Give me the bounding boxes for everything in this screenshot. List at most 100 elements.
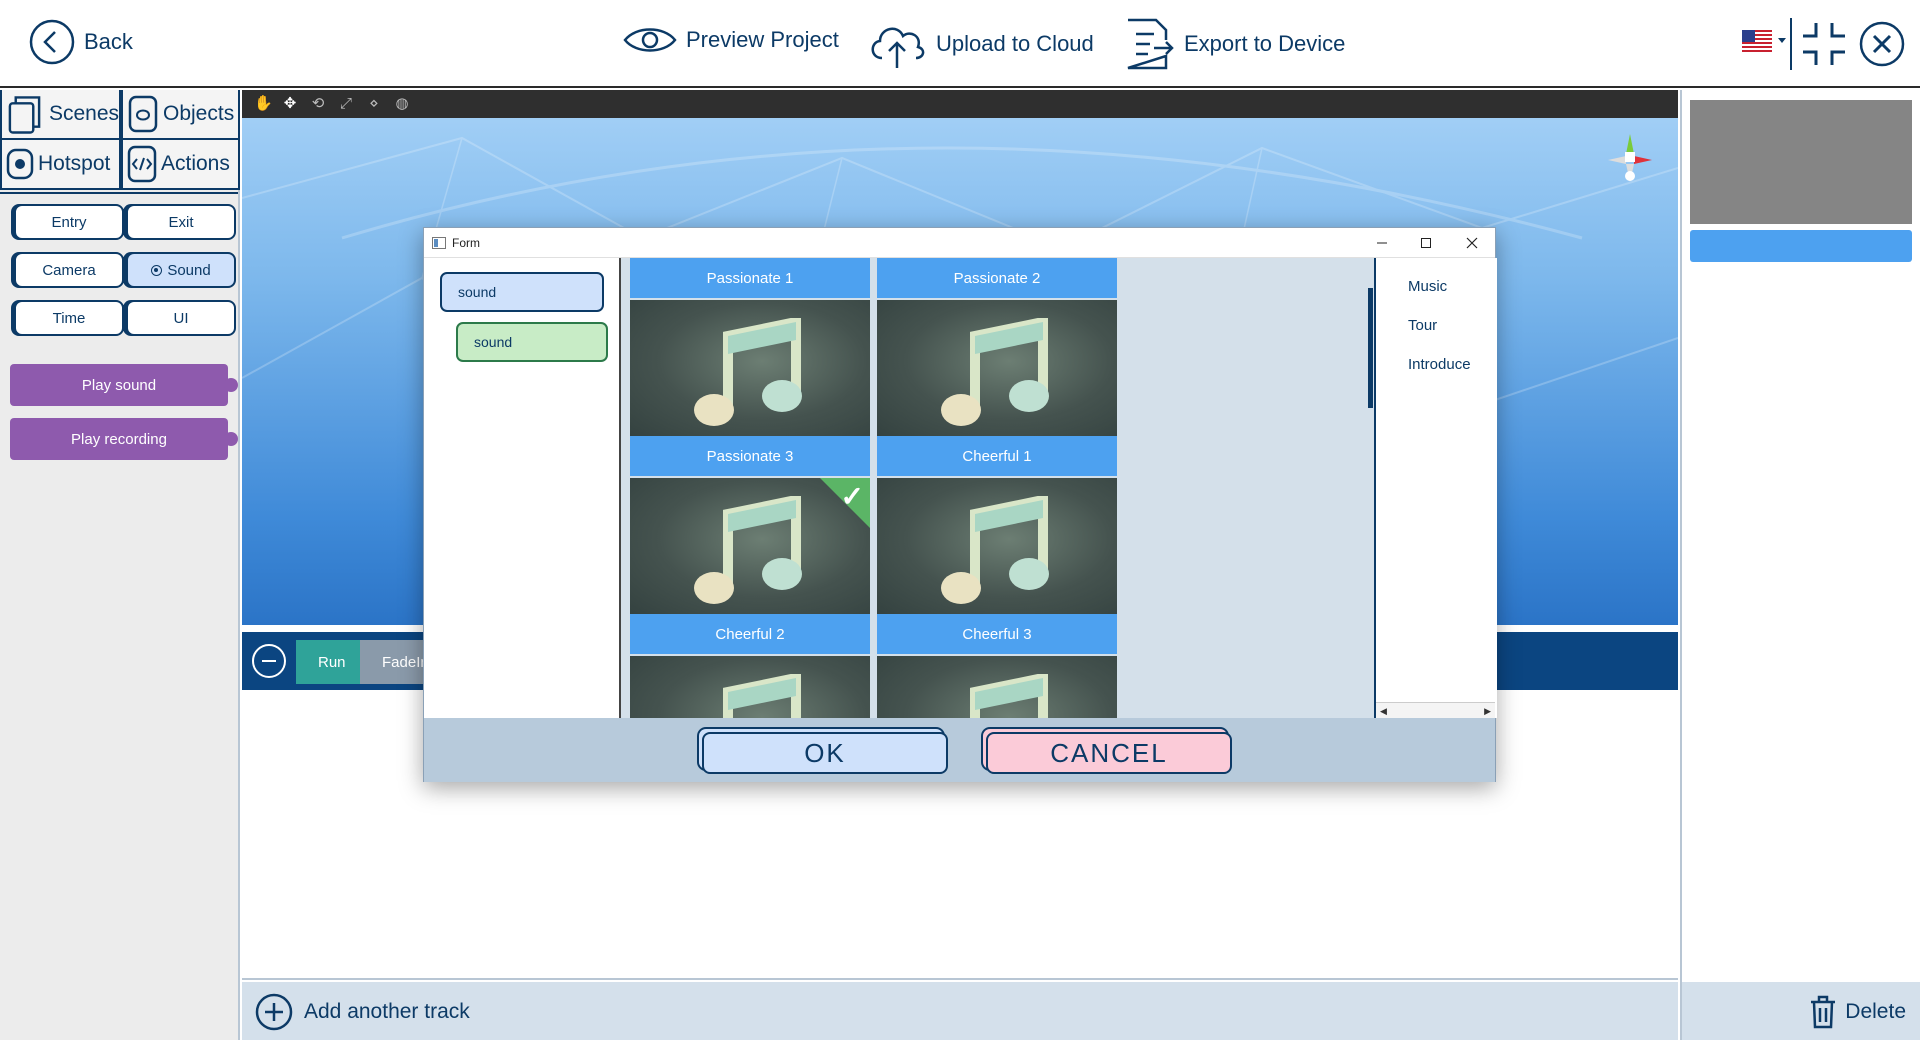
tab-objects[interactable]: Objects (121, 90, 240, 140)
sound-tile-label: Cheerful 3 (877, 614, 1117, 654)
hand-tool-icon[interactable]: ✋ (254, 96, 273, 112)
tabs-divider (0, 192, 238, 194)
tab-scenes[interactable]: Scenes (0, 90, 121, 140)
grid-scrollbar[interactable] (1366, 258, 1374, 718)
sound-grid: Passionate 1 Passionate 2 Passionate 3 C… (621, 258, 1366, 718)
maximize-icon (1421, 238, 1431, 248)
action-play-recording[interactable]: Play recording (10, 418, 238, 460)
export-document-icon (1127, 18, 1174, 70)
dialog-title: Form (452, 236, 480, 250)
bottom-bar: Add another track (242, 982, 1678, 1040)
back-button[interactable]: Back (28, 18, 133, 66)
top-toolbar: Back Preview Project Upload to Cloud Exp… (0, 0, 1920, 88)
music-note-image (630, 656, 870, 718)
category-hscrollbar[interactable]: ◀ ▶ (1376, 702, 1495, 718)
music-note-image (877, 656, 1117, 718)
rect-tool-icon[interactable]: ⋄ (366, 96, 382, 112)
scrollbar-thumb[interactable] (1368, 288, 1373, 408)
scenes-icon (8, 96, 41, 134)
upload-label: Upload to Cloud (936, 31, 1094, 56)
add-track-button[interactable]: Add another track (254, 992, 470, 1032)
tree-node-label: sound (458, 284, 497, 300)
fade-label: FadeIn (382, 653, 429, 671)
dialog-body: sound sound Passionate 1 Passionate 2 Pa… (424, 258, 1497, 718)
category-ui-label: UI (173, 309, 189, 327)
orientation-gizmo-icon[interactable] (1600, 124, 1660, 194)
run-block[interactable]: Run (296, 640, 366, 684)
category-item-introduce[interactable]: Introduce (1408, 356, 1471, 373)
back-label: Back (84, 29, 133, 54)
objects-icon (128, 95, 158, 133)
scroll-right-icon[interactable]: ▶ (1484, 706, 1491, 717)
sound-tile[interactable] (630, 656, 870, 718)
globe-icon[interactable]: ◍ (394, 96, 410, 112)
sound-tile-selected[interactable]: ✓ Cheerful 2 (630, 478, 870, 654)
tab-scenes-label: Scenes (48, 102, 119, 125)
eye-icon (623, 28, 677, 52)
right-panel: Delete (1680, 90, 1920, 1040)
action-play-sound[interactable]: Play sound (10, 364, 238, 406)
music-note-icon (723, 674, 801, 718)
close-icon[interactable] (1858, 20, 1906, 68)
cancel-button[interactable]: CANCEL (986, 732, 1232, 774)
category-exit[interactable]: Exit (126, 204, 236, 240)
preview-project-button[interactable]: Preview Project (622, 22, 839, 58)
add-track-label: Add another track (304, 1000, 470, 1023)
tree-node-sound-child[interactable]: sound (456, 322, 608, 362)
trash-icon (1811, 995, 1836, 1029)
scroll-left-icon[interactable]: ◀ (1380, 706, 1387, 717)
right-bottom-bar: Delete (1682, 982, 1920, 1040)
category-item-music[interactable]: Music (1408, 278, 1447, 295)
tree-node-sound[interactable]: sound (440, 272, 604, 312)
music-note-icon (970, 674, 1048, 718)
category-sound-label: Sound (167, 261, 211, 279)
chevron-down-icon[interactable] (1778, 38, 1786, 43)
left-panel: Scenes Objects Hotspot Actions Entry Exi… (0, 90, 240, 1040)
maximize-button[interactable] (1404, 230, 1448, 256)
category-camera[interactable]: Camera (14, 252, 124, 288)
window-icon (432, 237, 446, 249)
sound-tile-label: Passionate 3 (630, 436, 870, 476)
category-sound[interactable]: Sound (126, 252, 236, 288)
sound-tile[interactable]: Cheerful 3 (877, 478, 1117, 654)
run-label: Run (318, 653, 346, 671)
cancel-label: CANCEL (1050, 737, 1168, 768)
action-play-recording-label: Play recording (71, 430, 167, 448)
code-icon (127, 145, 157, 183)
remove-track-button[interactable] (252, 644, 286, 678)
tab-actions[interactable]: Actions (121, 140, 240, 190)
sound-tile[interactable]: Passionate 1 (630, 258, 870, 298)
sound-tile[interactable]: Passionate 3 (630, 300, 870, 476)
minimize-button[interactable] (1360, 230, 1404, 256)
ok-button[interactable]: OK (702, 732, 948, 774)
sound-tile-label: Passionate 1 (630, 258, 870, 298)
radio-selected-icon (151, 264, 163, 276)
property-bar[interactable] (1690, 230, 1912, 262)
folder-tree: sound sound (424, 258, 619, 718)
sound-tile-label: Cheerful 1 (877, 436, 1117, 476)
music-note-image (877, 300, 1117, 436)
scale-tool-icon[interactable]: ⤢ (338, 96, 354, 112)
music-note-image (630, 300, 870, 436)
category-time[interactable]: Time (14, 300, 124, 336)
move-tool-icon[interactable]: ✥ (282, 96, 298, 112)
us-flag-icon[interactable] (1742, 30, 1772, 52)
plus-circle-icon (255, 993, 293, 1031)
tab-hotspot[interactable]: Hotspot (0, 140, 121, 190)
sound-tile[interactable] (877, 656, 1117, 718)
sound-tile[interactable]: Cheerful 1 (877, 300, 1117, 476)
dialog-footer: OK CANCEL (424, 718, 1495, 782)
category-ui[interactable]: UI (126, 300, 236, 336)
collapse-icon[interactable] (1800, 20, 1848, 68)
delete-button[interactable]: Delete (1807, 994, 1906, 1030)
rotate-tool-icon[interactable]: ⟲ (310, 96, 326, 112)
category-entry[interactable]: Entry (14, 204, 124, 240)
export-to-device-button[interactable]: Export to Device (1120, 16, 1345, 72)
sound-tile[interactable]: Passionate 2 (877, 258, 1117, 298)
music-note-icon (694, 318, 802, 426)
sound-category-list: Music Tour Introduce (1374, 258, 1497, 718)
preview-thumbnail (1690, 100, 1912, 224)
dialog-close-button[interactable] (1450, 230, 1494, 256)
category-item-tour[interactable]: Tour (1408, 317, 1437, 334)
upload-to-cloud-button[interactable]: Upload to Cloud (866, 16, 1094, 72)
